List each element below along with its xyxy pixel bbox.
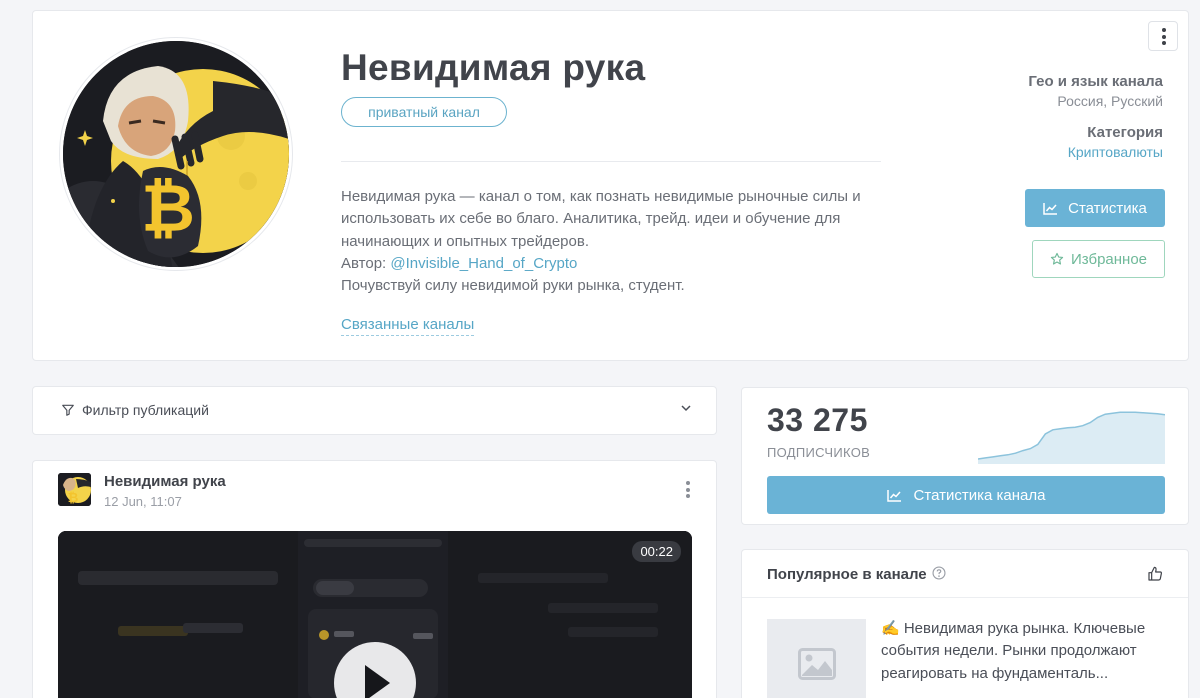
favorite-button[interactable]: Избранное: [1032, 240, 1165, 278]
geo-label: Гео и язык канала: [1028, 73, 1163, 90]
subscribers-count: 33 275: [767, 402, 868, 438]
description-line: использовать их себе во благо. Аналитика…: [341, 210, 841, 228]
chart-line-icon: [886, 489, 901, 502]
header-divider: [341, 161, 881, 162]
post-video[interactable]: 00:22: [58, 531, 692, 698]
post-date: 12 Jun, 11:07: [104, 494, 182, 509]
svg-text:₿: ₿: [68, 490, 79, 505]
description-line: Невидимая рука — канал о том, как познат…: [341, 188, 861, 205]
channel-avatar: ₿: [60, 38, 292, 270]
author-prefix: Автор:: [341, 254, 391, 272]
video-preview-thumbnail: [58, 531, 692, 698]
private-channel-badge: приватный канал: [341, 97, 507, 127]
popular-text-line: события недели. Рынки продолжают: [881, 642, 1137, 660]
post-avatar-illustration: ₿: [58, 473, 91, 506]
post-author-name[interactable]: Невидимая рука: [104, 473, 226, 490]
chart-line-icon: [1043, 202, 1058, 215]
tagline: Почувствуй силу невидимой руки рынка, ст…: [341, 277, 685, 295]
post-author-avatar: ₿: [58, 473, 91, 506]
description-line: начинающих и опытных трейдеров.: [341, 232, 589, 250]
sparkline-area: [978, 412, 1165, 464]
statistics-button[interactable]: Статистика: [1025, 189, 1165, 227]
geo-block: Гео и язык канала Россия, Русский: [1028, 73, 1163, 109]
more-vertical-icon: [1162, 28, 1166, 48]
author-line: Автор: @Invisible_Hand_of_Crypto: [341, 253, 861, 275]
video-duration: 00:22: [632, 541, 681, 562]
popular-post-thumbnail[interactable]: [767, 619, 866, 698]
subscribers-label: ПОДПИСЧИКОВ: [767, 445, 871, 460]
subscribers-sparkline: [978, 411, 1165, 464]
publication-filter[interactable]: Фильтр публикаций: [32, 386, 717, 435]
favorite-button-label: Избранное: [1070, 250, 1148, 268]
channel-statistics-button[interactable]: Статистика канала: [767, 476, 1165, 514]
channel-avatar-illustration: ₿: [63, 41, 289, 267]
statistics-button-label: Статистика: [1068, 199, 1147, 217]
channel-statistics-label: Статистика канала: [913, 486, 1046, 504]
popular-text-line: ✍️ Невидимая рука рынка. Ключевые: [881, 620, 1146, 637]
related-channels-link[interactable]: Связанные каналы: [341, 316, 475, 336]
post-card: ₿ Невидимая рука 12 Jun, 11:07 00:22: [32, 460, 717, 698]
subscribers-card: 33 275 ПОДПИСЧИКОВ Статистика канала: [741, 387, 1189, 525]
category-link[interactable]: Криптовалюты: [1068, 144, 1163, 160]
popular-divider: [742, 597, 1188, 598]
svg-text:₿: ₿: [141, 171, 195, 245]
channel-title: Невидимая рука: [341, 47, 646, 88]
popular-text-line: реагировать на фундаменталь...: [881, 664, 1109, 682]
filter-label: Фильтр публикаций: [82, 402, 209, 418]
author-link[interactable]: @Invisible_Hand_of_Crypto: [390, 255, 577, 272]
image-placeholder-icon: [797, 648, 836, 680]
channel-header-card: ₿ Невидимая рука приватный канал Невидим…: [32, 10, 1189, 361]
geo-value: Россия, Русский: [1057, 93, 1163, 109]
question-circle-icon[interactable]: [932, 566, 946, 580]
category-block: Категория Криптовалюты: [1068, 124, 1163, 160]
thumbs-up-icon[interactable]: [1147, 566, 1163, 582]
post-menu-icon[interactable]: [686, 481, 690, 501]
star-icon: [1050, 252, 1064, 265]
channel-menu-button[interactable]: [1148, 21, 1178, 51]
popular-post-text[interactable]: ✍️ Невидимая рука рынка. Ключевые событи…: [881, 618, 1171, 685]
category-label: Категория: [1087, 124, 1163, 141]
popular-title: Популярное в канале: [767, 566, 927, 583]
channel-description: Невидимая рука — канал о том, как познат…: [341, 186, 861, 297]
popular-in-channel-card: Популярное в канале ✍️ Невидимая рука ры…: [741, 549, 1189, 698]
filter-icon: [62, 404, 74, 416]
chevron-down-icon[interactable]: [680, 402, 692, 414]
